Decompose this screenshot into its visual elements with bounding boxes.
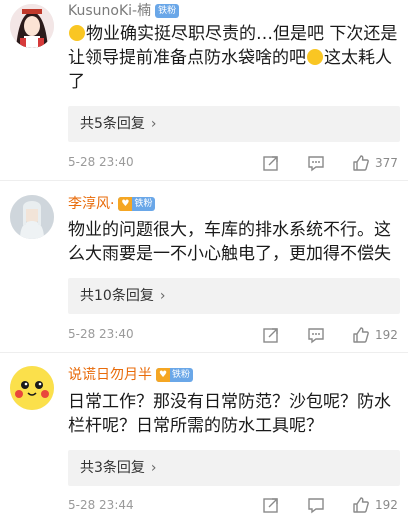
repost-icon	[263, 328, 278, 343]
username-label: KusunoKi-楠	[68, 3, 152, 19]
thumbs-up-icon	[353, 497, 369, 513]
comment-icon	[308, 498, 324, 514]
view-replies-button[interactable]: 共10条回复 ›	[68, 278, 400, 314]
comment-time: 5-28 23:44	[68, 498, 134, 512]
comment-username[interactable]: 说谎日勿月半 ♥ 铁粉	[68, 366, 194, 384]
view-replies-button[interactable]: 共5条回复 ›	[68, 106, 400, 142]
reply-button[interactable]	[307, 154, 325, 176]
avatar[interactable]	[10, 4, 54, 48]
heart-icon: ♥	[156, 368, 170, 382]
avatar[interactable]	[10, 195, 54, 239]
comment-time: 5-28 23:40	[68, 327, 134, 341]
chevron-right-icon: ›	[159, 288, 166, 304]
like-count: 192	[375, 328, 398, 342]
chevron-right-icon: ›	[150, 460, 157, 476]
comment-username[interactable]: 李淳风· ♥ 铁粉	[68, 195, 156, 213]
thumbs-up-icon	[353, 327, 369, 343]
heart-icon: ♥	[118, 197, 133, 211]
comment-text: 日常工作？那没有日常防范？沙包呢？防水栏杆呢？日常所需的防水工具呢？	[68, 392, 391, 436]
divider	[0, 352, 408, 353]
fan-badge: ♥ 铁粉	[156, 368, 194, 382]
view-replies-button[interactable]: 共3条回复 ›	[68, 450, 400, 486]
avatar-image	[10, 366, 54, 410]
comment-text: 物业的问题很大，车库的排水系统不行。这么大雨要是一不小心触电了，更加得不偿失	[68, 220, 391, 264]
fan-badge: 铁粉	[155, 4, 180, 18]
comment-icon	[308, 328, 324, 344]
reply-button[interactable]	[307, 496, 325, 518]
chevron-right-icon: ›	[150, 116, 157, 132]
divider	[0, 180, 408, 181]
laugh-cry-emoji-icon	[307, 49, 323, 65]
replies-label: 共5条回复	[80, 116, 145, 132]
avatar-image	[10, 195, 54, 239]
comment-icon	[308, 156, 324, 172]
like-count: 192	[375, 498, 398, 512]
repost-icon	[263, 498, 278, 513]
replies-label: 共10条回复	[80, 288, 154, 304]
avatar[interactable]	[10, 366, 54, 410]
like-button[interactable]	[352, 496, 370, 518]
avatar-image	[10, 4, 54, 48]
repost-icon	[263, 156, 278, 171]
comment-username[interactable]: KusunoKi-楠 铁粉	[68, 2, 180, 20]
username-label: 说谎日勿月半	[68, 367, 152, 383]
reply-button[interactable]	[307, 326, 325, 348]
repost-button[interactable]	[262, 326, 280, 348]
comment-text: 物业确实挺尽职尽责的…但是吧 下次还是让领导提前准备点防水袋啥的吧 这太耗人了	[68, 24, 398, 92]
repost-button[interactable]	[262, 154, 280, 176]
comment-time: 5-28 23:40	[68, 155, 134, 169]
replies-label: 共3条回复	[80, 460, 145, 476]
fan-badge: ♥ 铁粉	[118, 197, 156, 211]
like-button[interactable]	[352, 154, 370, 176]
like-count: 377	[375, 156, 398, 170]
laugh-cry-emoji-icon	[69, 25, 85, 41]
thumbs-up-icon	[353, 155, 369, 171]
repost-button[interactable]	[262, 496, 280, 518]
username-label: 李淳风·	[68, 196, 115, 212]
like-button[interactable]	[352, 326, 370, 348]
